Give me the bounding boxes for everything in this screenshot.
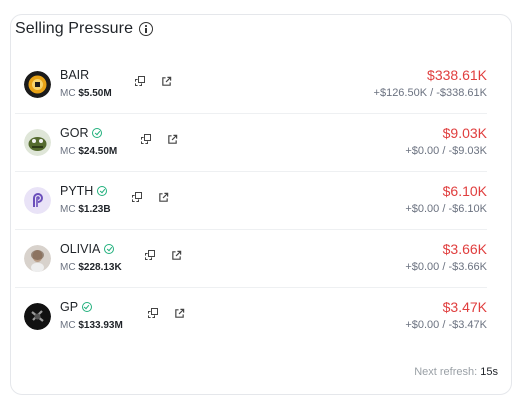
- token-row-gor[interactable]: GOR MC $24.50M $9.03K +$0.00 / -$9.03K: [15, 114, 487, 172]
- token-row-olivia[interactable]: OLIVIA MC $228.13K $3.66K +$0.00 / -$3.6…: [15, 230, 487, 288]
- token-avatar-gor: [24, 129, 51, 156]
- token-symbol: GP: [60, 300, 79, 314]
- copy-icon[interactable]: [141, 134, 152, 145]
- token-pressure: $338.61K +$126.50K / -$338.61K: [374, 66, 487, 99]
- sell-amount: $3.66K: [442, 241, 487, 257]
- market-cap: MC $1.23B: [60, 204, 111, 215]
- token-row-bair[interactable]: BAIR MC $5.50M $338.61K +$126.50K / -$33…: [15, 56, 487, 114]
- token-actions: [135, 76, 172, 87]
- token-actions: [148, 308, 185, 319]
- buy-sell-detail: +$0.00 / -$9.03K: [405, 145, 487, 157]
- external-link-icon[interactable]: [161, 76, 172, 87]
- token-pressure: $3.47K +$0.00 / -$3.47K: [405, 298, 487, 331]
- copy-icon[interactable]: [132, 192, 143, 203]
- copy-icon[interactable]: [145, 250, 156, 261]
- refresh-timer: Next refresh: 15s: [414, 366, 498, 378]
- token-symbol: BAIR: [60, 68, 90, 82]
- verified-icon: [104, 244, 115, 254]
- market-cap: MC $133.93M: [60, 320, 123, 331]
- sell-amount: $3.47K: [442, 299, 487, 315]
- token-list: BAIR MC $5.50M $338.61K +$126.50K / -$33…: [15, 56, 487, 345]
- token-actions: [141, 134, 178, 145]
- token-symbol: GOR: [60, 126, 89, 140]
- token-actions: [145, 250, 182, 261]
- token-row-pyth[interactable]: PYTH MC $1.23B $6.10K +$0.00 / -$6.10K: [15, 172, 487, 230]
- sell-amount: $6.10K: [442, 183, 487, 199]
- market-cap: MC $5.50M: [60, 88, 112, 99]
- token-info: GP MC $133.93M: [60, 298, 123, 331]
- sell-amount: $338.61K: [427, 67, 487, 83]
- info-icon[interactable]: [139, 22, 154, 36]
- external-link-icon[interactable]: [174, 308, 185, 319]
- buy-sell-detail: +$0.00 / -$6.10K: [405, 203, 487, 215]
- refresh-countdown: 15s: [480, 366, 498, 378]
- token-pressure: $9.03K +$0.00 / -$9.03K: [405, 124, 487, 157]
- external-link-icon[interactable]: [167, 134, 178, 145]
- card-title: Selling Pressure: [15, 20, 134, 37]
- external-link-icon[interactable]: [171, 250, 182, 261]
- token-info: OLIVIA MC $228.13K: [60, 240, 122, 273]
- sell-amount: $9.03K: [442, 125, 487, 141]
- verified-icon: [97, 186, 108, 196]
- token-avatar-bair: [24, 71, 51, 98]
- token-row-gp[interactable]: GP MC $133.93M $3.47K +$0.00 / -$3.47K: [15, 288, 487, 345]
- verified-icon: [92, 128, 103, 138]
- token-pressure: $3.66K +$0.00 / -$3.66K: [405, 240, 487, 273]
- verified-icon: [82, 302, 93, 312]
- token-symbol: OLIVIA: [60, 242, 101, 256]
- market-cap: MC $24.50M: [60, 146, 118, 157]
- external-link-icon[interactable]: [158, 192, 169, 203]
- token-info: GOR MC $24.50M: [60, 124, 117, 157]
- copy-icon[interactable]: [135, 76, 146, 87]
- token-avatar-pyth: [24, 187, 51, 214]
- card-header: Selling Pressure: [15, 20, 154, 38]
- token-actions: [132, 192, 169, 203]
- refresh-label: Next refresh:: [414, 366, 478, 378]
- buy-sell-detail: +$0.00 / -$3.47K: [405, 319, 487, 331]
- token-symbol: PYTH: [60, 184, 94, 198]
- token-avatar-gp: [24, 303, 51, 330]
- buy-sell-detail: +$126.50K / -$338.61K: [373, 87, 487, 99]
- token-avatar-olivia: [24, 245, 51, 272]
- buy-sell-detail: +$0.00 / -$3.66K: [405, 261, 487, 273]
- token-info: BAIR MC $5.50M: [60, 66, 112, 99]
- market-cap: MC $228.13K: [60, 262, 122, 273]
- copy-icon[interactable]: [148, 308, 159, 319]
- token-info: PYTH MC $1.23B: [60, 182, 111, 215]
- token-pressure: $6.10K +$0.00 / -$6.10K: [405, 182, 487, 215]
